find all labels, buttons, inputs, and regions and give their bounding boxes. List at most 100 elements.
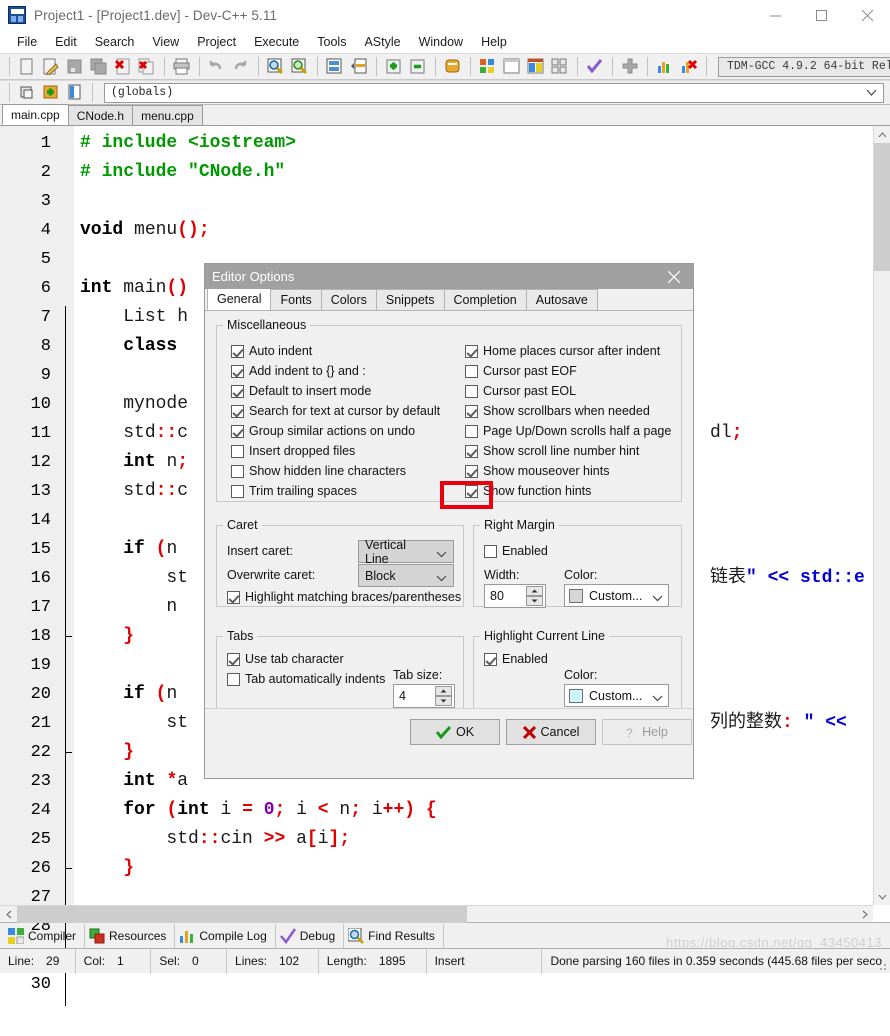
highlight-line-enabled-checkbox[interactable]: Enabled bbox=[484, 652, 548, 666]
tab-colors[interactable]: Colors bbox=[320, 289, 377, 310]
misc-checkbox-right-3[interactable]: Show scrollbars when needed bbox=[465, 404, 650, 418]
code-folding-column[interactable] bbox=[58, 126, 74, 1006]
misc-checkbox-right-0[interactable]: Home places cursor after indent bbox=[465, 344, 660, 358]
right-margin-width-stepper[interactable]: 80 bbox=[484, 584, 546, 608]
stepper-down-icon[interactable] bbox=[526, 596, 543, 606]
menu-file[interactable]: File bbox=[8, 33, 46, 51]
menu-tools[interactable]: Tools bbox=[308, 33, 355, 51]
scrollbar-thumb[interactable] bbox=[874, 143, 890, 271]
save-all-icon[interactable] bbox=[88, 56, 110, 77]
misc-checkbox-left-3[interactable]: Search for text at cursor by default bbox=[231, 404, 440, 418]
profile-icon[interactable] bbox=[654, 56, 676, 77]
menu-window[interactable]: Window bbox=[410, 33, 472, 51]
save-file-icon[interactable] bbox=[64, 56, 86, 77]
new-file-icon[interactable] bbox=[16, 56, 38, 77]
bottom-tab-find-results[interactable]: Find Results bbox=[344, 923, 444, 948]
insert-caret-select[interactable]: Vertical Line bbox=[358, 538, 454, 566]
bottom-tab-resources[interactable]: Resources bbox=[85, 923, 176, 948]
stop-execution-icon[interactable] bbox=[619, 56, 641, 77]
add-to-project-icon[interactable] bbox=[383, 56, 405, 77]
stepper-up-icon[interactable] bbox=[435, 686, 452, 696]
redo-icon[interactable] bbox=[230, 56, 252, 77]
stepper-buttons[interactable] bbox=[435, 686, 452, 706]
menu-execute[interactable]: Execute bbox=[245, 33, 308, 51]
tile-windows-icon[interactable] bbox=[549, 56, 571, 77]
tab-size-stepper[interactable]: 4 bbox=[393, 684, 455, 708]
delete-profile-icon[interactable] bbox=[678, 56, 700, 77]
code-line[interactable]: for (int i = 0; i < n; i++) { bbox=[74, 796, 890, 825]
misc-checkbox-left-7[interactable]: Trim trailing spaces bbox=[231, 484, 357, 498]
goto-line-icon[interactable] bbox=[324, 56, 346, 77]
highlight-braces-checkbox[interactable]: Highlight matching braces/parentheses bbox=[227, 590, 461, 604]
misc-checkbox-right-4[interactable]: Page Up/Down scrolls half a page bbox=[465, 424, 671, 438]
find-icon[interactable] bbox=[265, 56, 287, 77]
misc-checkbox-right-6[interactable]: Show mouseover hints bbox=[465, 464, 609, 478]
insert-icon[interactable] bbox=[40, 82, 62, 103]
minimize-icon[interactable] bbox=[752, 0, 798, 31]
misc-checkbox-right-2[interactable]: Cursor past EOL bbox=[465, 384, 576, 398]
editor-options-dialog[interactable]: Editor Options General Fonts Colors Snip… bbox=[204, 263, 694, 779]
stepper-down-icon[interactable] bbox=[435, 696, 452, 706]
replace-icon[interactable] bbox=[289, 56, 311, 77]
print-icon[interactable] bbox=[171, 56, 193, 77]
code-line[interactable]: # include "CNode.h" bbox=[74, 158, 890, 187]
code-line[interactable]: void menu(); bbox=[74, 216, 890, 245]
editor-tab-cnode-h[interactable]: CNode.h bbox=[67, 105, 134, 125]
bottom-tab-debug[interactable]: Debug bbox=[276, 923, 345, 948]
scrollbar-thumb[interactable] bbox=[17, 906, 467, 923]
project-options-icon[interactable] bbox=[442, 56, 464, 77]
tab-general[interactable]: General bbox=[207, 288, 272, 310]
menu-project[interactable]: Project bbox=[188, 33, 245, 51]
code-line[interactable]: std::cin >> a[i]; bbox=[74, 825, 890, 854]
misc-checkbox-left-1[interactable]: Add indent to {} and : bbox=[231, 364, 366, 378]
open-file-icon[interactable] bbox=[40, 56, 62, 77]
bottom-tab-compile-log[interactable]: Compile Log bbox=[175, 923, 276, 948]
tab-autosave[interactable]: Autosave bbox=[525, 289, 598, 310]
misc-checkbox-left-0[interactable]: Auto indent bbox=[231, 344, 312, 358]
misc-checkbox-right-7[interactable]: Show function hints bbox=[465, 484, 591, 498]
remove-from-project-icon[interactable] bbox=[407, 56, 429, 77]
close-file-icon[interactable] bbox=[112, 56, 134, 77]
resize-grip-icon[interactable] bbox=[876, 960, 888, 972]
toggle-panel-icon[interactable] bbox=[64, 82, 86, 103]
new-project-icon[interactable] bbox=[477, 56, 499, 77]
close-icon[interactable] bbox=[655, 264, 693, 289]
scroll-right-icon[interactable] bbox=[856, 906, 873, 923]
scroll-down-icon[interactable] bbox=[874, 888, 890, 905]
close-all-icon[interactable] bbox=[136, 56, 158, 77]
right-margin-color-select[interactable]: Custom... bbox=[564, 584, 669, 607]
misc-checkbox-left-6[interactable]: Show hidden line characters bbox=[231, 464, 406, 478]
project-manager-icon[interactable] bbox=[16, 82, 38, 103]
code-line[interactable] bbox=[74, 187, 890, 216]
compile-icon[interactable] bbox=[584, 56, 606, 77]
new-form-icon[interactable] bbox=[501, 56, 523, 77]
scope-select[interactable]: (globals) bbox=[104, 82, 884, 103]
menu-view[interactable]: View bbox=[143, 33, 188, 51]
toggle-bookmark-icon[interactable] bbox=[348, 56, 370, 77]
scroll-left-icon[interactable] bbox=[0, 906, 17, 923]
editor-tab-main-cpp[interactable]: main.cpp bbox=[2, 104, 69, 125]
menu-astyle[interactable]: AStyle bbox=[355, 33, 409, 51]
misc-checkbox-right-5[interactable]: Show scroll line number hint bbox=[465, 444, 639, 458]
editor-tab-menu-cpp[interactable]: menu.cpp bbox=[132, 105, 203, 125]
misc-checkbox-right-1[interactable]: Cursor past EOF bbox=[465, 364, 577, 378]
ok-button[interactable]: OK bbox=[410, 719, 500, 745]
stepper-buttons[interactable] bbox=[526, 586, 543, 606]
misc-checkbox-left-4[interactable]: Group similar actions on undo bbox=[231, 424, 415, 438]
menu-edit[interactable]: Edit bbox=[46, 33, 86, 51]
editor-horizontal-scrollbar[interactable] bbox=[0, 905, 873, 923]
tab-fonts[interactable]: Fonts bbox=[270, 289, 322, 310]
tab-snippets[interactable]: Snippets bbox=[375, 289, 445, 310]
tab-auto-indent-checkbox[interactable]: Tab automatically indents bbox=[227, 672, 385, 686]
close-icon[interactable] bbox=[844, 0, 890, 31]
right-margin-enabled-checkbox[interactable]: Enabled bbox=[484, 544, 548, 558]
windows-form-icon[interactable] bbox=[525, 56, 547, 77]
menu-search[interactable]: Search bbox=[86, 33, 144, 51]
undo-icon[interactable] bbox=[206, 56, 228, 77]
misc-checkbox-left-2[interactable]: Default to insert mode bbox=[231, 384, 371, 398]
use-tab-character-checkbox[interactable]: Use tab character bbox=[227, 652, 344, 666]
misc-checkbox-left-5[interactable]: Insert dropped files bbox=[231, 444, 355, 458]
scroll-up-icon[interactable] bbox=[874, 126, 890, 143]
editor-vertical-scrollbar[interactable] bbox=[873, 126, 890, 905]
overwrite-caret-select[interactable]: Block bbox=[358, 564, 454, 587]
